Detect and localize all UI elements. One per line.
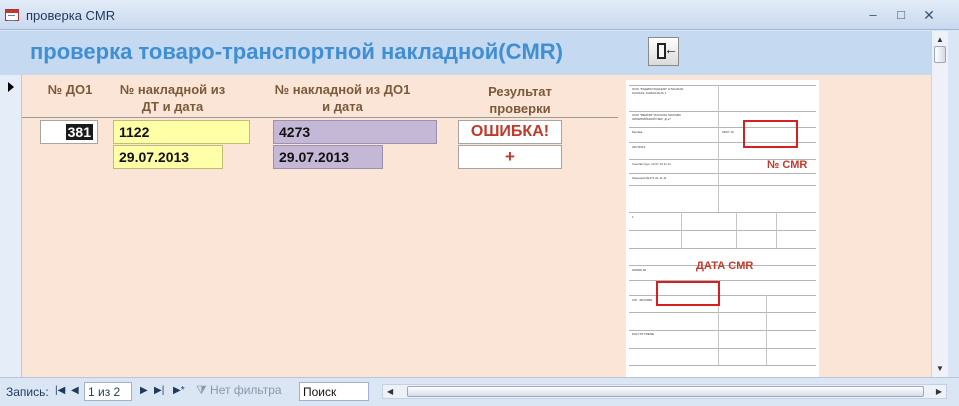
scroll-left-icon[interactable]: ◀ — [387, 385, 393, 398]
cmr-number-annotation: № CMR — [767, 159, 808, 171]
maximize-button[interactable]: □ — [890, 7, 912, 24]
dt-invoice-date-field[interactable]: 29.07.2013 — [113, 145, 223, 169]
form-heading: проверка товаро-транспортной накладной(C… — [30, 39, 563, 64]
cmr-number-highlight-box — [743, 120, 798, 148]
previous-record-button[interactable]: ◀ — [71, 385, 79, 396]
last-record-button[interactable]: ▶| — [154, 385, 164, 396]
record-selector[interactable] — [0, 75, 22, 377]
next-record-button[interactable]: ▶ — [140, 385, 148, 396]
form-area: проверка товаро-транспортной накладной(C… — [0, 31, 931, 377]
cmr-date-highlight-box — [656, 281, 720, 306]
new-record-button[interactable]: ▶* — [173, 385, 185, 396]
minimize-button[interactable]: – — [862, 7, 884, 24]
result-date-status: + — [458, 145, 562, 169]
result-number-status: ОШИБКА! — [458, 120, 562, 144]
label-result: Результат проверки — [488, 84, 552, 116]
horizontal-scrollbar[interactable]: ◀ ▶ — [382, 384, 947, 399]
do1-number-field[interactable]: 381 — [40, 120, 98, 144]
form-header: проверка товаро-транспортной накладной(C… — [0, 31, 931, 75]
first-record-button[interactable]: |◀ — [55, 385, 65, 396]
vertical-scrollbar[interactable]: ▲ ▼ — [931, 31, 948, 377]
horizontal-scroll-thumb[interactable] — [407, 386, 924, 397]
filter-indicator[interactable]: ⧩ Нет фильтра — [196, 383, 290, 400]
exit-button[interactable]: ← — [648, 37, 679, 66]
record-position-input[interactable]: 1 из 2 — [84, 382, 132, 401]
label-dt-invoice: № накладной из ДТ и дата — [119, 82, 226, 114]
record-label: Запись: — [6, 385, 49, 399]
scroll-down-icon[interactable]: ▼ — [934, 361, 946, 376]
title-bar: проверка CMR – □ ✕ — [0, 0, 959, 30]
label-do1: № ДО1 — [47, 82, 93, 97]
do1-invoice-number-field[interactable]: 4273 — [273, 120, 437, 144]
window-title: проверка CMR — [26, 8, 116, 23]
vertical-scroll-thumb[interactable] — [934, 46, 946, 63]
cmr-date-annotation: ДАТА CMR — [696, 260, 754, 272]
label-do1-invoice: № накладной из ДО1 и дата — [274, 82, 411, 114]
app-form-icon — [5, 9, 19, 21]
separator-line — [22, 117, 618, 118]
scroll-up-icon[interactable]: ▲ — [934, 32, 946, 47]
record-navigation-bar: Запись: |◀ ◀ 1 из 2 ▶ ▶| ▶* ⧩ Нет фильтр… — [0, 377, 959, 406]
cmr-document-image: ООО "РАДИОСТАНЦИЯ" LITHUANIA KAUNAS, KAR… — [626, 80, 819, 377]
filter-icon: ⧩ — [196, 383, 211, 397]
do1-invoice-date-field[interactable]: 29.07.2013 — [273, 145, 383, 169]
close-button[interactable]: ✕ — [918, 7, 940, 24]
scroll-right-icon[interactable]: ▶ — [936, 385, 942, 398]
dt-invoice-number-field[interactable]: 1122 — [113, 120, 250, 144]
search-input[interactable]: Поиск — [299, 382, 369, 401]
record-selector-arrow-icon — [8, 82, 14, 92]
